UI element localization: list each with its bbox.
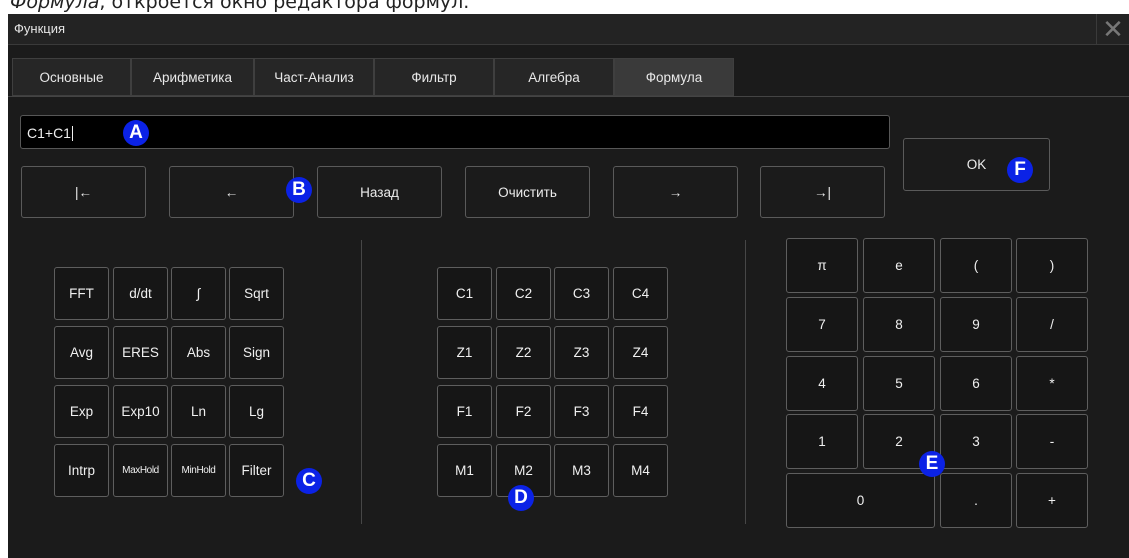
key-open-paren[interactable]: ( [940, 238, 1012, 293]
cursor-left-button[interactable]: ← [169, 166, 294, 218]
key-plus[interactable]: + [1016, 473, 1088, 528]
key-sqrt[interactable]: Sqrt [229, 267, 284, 320]
key-lg[interactable]: Lg [229, 385, 284, 438]
key-5[interactable]: 5 [863, 356, 935, 411]
key-z4[interactable]: Z4 [613, 326, 668, 379]
cursor-right-button[interactable]: → [613, 166, 738, 218]
tab-divider [8, 96, 1129, 97]
divider-left [361, 240, 362, 524]
tab-formula[interactable]: Формула [614, 58, 734, 96]
cursor-home-button[interactable]: |← [21, 166, 146, 218]
key-close-paren[interactable]: ) [1016, 238, 1088, 293]
key-divide[interactable]: / [1016, 297, 1088, 352]
dialog-title: Функция [14, 21, 65, 36]
key-1[interactable]: 1 [786, 414, 858, 469]
key-m1[interactable]: M1 [437, 444, 492, 497]
key-decimal[interactable]: . [940, 473, 1012, 528]
key-e[interactable]: e [863, 238, 935, 293]
cursor-end-button[interactable]: →| [760, 166, 885, 218]
key-f1[interactable]: F1 [437, 385, 492, 438]
key-avg[interactable]: Avg [54, 326, 109, 379]
marker-c: C [296, 468, 322, 494]
key-7[interactable]: 7 [786, 297, 858, 352]
marker-b: B [286, 177, 312, 203]
key-f4[interactable]: F4 [613, 385, 668, 438]
text-cursor [71, 126, 73, 141]
key-exp10[interactable]: Exp10 [113, 385, 168, 438]
key-c3[interactable]: C3 [554, 267, 609, 320]
key-c2[interactable]: C2 [496, 267, 551, 320]
key-exp[interactable]: Exp [54, 385, 109, 438]
key-m3[interactable]: M3 [554, 444, 609, 497]
formula-input[interactable]: C1+C1 [20, 115, 890, 149]
key-eres[interactable]: ERES [113, 326, 168, 379]
key-z1[interactable]: Z1 [437, 326, 492, 379]
key-intrp[interactable]: Intrp [54, 444, 109, 497]
marker-e: E [919, 451, 945, 477]
key-9[interactable]: 9 [940, 297, 1012, 352]
key-f2[interactable]: F2 [496, 385, 551, 438]
key-integral[interactable]: ∫ [171, 267, 226, 320]
key-minus[interactable]: - [1016, 414, 1088, 469]
key-4[interactable]: 4 [786, 356, 858, 411]
formula-value: C1+C1 [27, 125, 71, 141]
caption-rest: , откроется окно редактора формул. [99, 0, 470, 13]
key-c1[interactable]: C1 [437, 267, 492, 320]
marker-f: F [1007, 157, 1033, 183]
tab-arithmetic[interactable]: Арифметика [131, 58, 254, 96]
key-f3[interactable]: F3 [554, 385, 609, 438]
key-m4[interactable]: M4 [613, 444, 668, 497]
key-z2[interactable]: Z2 [496, 326, 551, 379]
tab-basic[interactable]: Основные [12, 58, 131, 96]
marker-a: A [123, 120, 149, 146]
divider-right [745, 240, 746, 524]
key-pi[interactable]: π [786, 238, 858, 293]
marker-d: D [508, 485, 534, 511]
tab-filter[interactable]: Фильтр [374, 58, 494, 96]
backspace-button[interactable]: Назад [317, 166, 442, 218]
clear-button[interactable]: Очистить [465, 166, 590, 218]
key-abs[interactable]: Abs [171, 326, 226, 379]
key-multiply[interactable]: * [1016, 356, 1088, 411]
key-derivative[interactable]: d/dt [113, 267, 168, 320]
key-maxhold[interactable]: MaxHold [113, 444, 168, 497]
key-0[interactable]: 0 [786, 473, 935, 528]
key-fft[interactable]: FFT [54, 267, 109, 320]
caption-italic: Формула [10, 0, 100, 13]
key-filter[interactable]: Filter [229, 444, 284, 497]
key-sign[interactable]: Sign [229, 326, 284, 379]
key-c4[interactable]: C4 [613, 267, 668, 320]
key-6[interactable]: 6 [940, 356, 1012, 411]
key-3[interactable]: 3 [940, 414, 1012, 469]
key-ln[interactable]: Ln [171, 385, 226, 438]
close-icon[interactable]: ✕ [1096, 14, 1129, 44]
key-minhold[interactable]: MinHold [171, 444, 226, 497]
key-z3[interactable]: Z3 [554, 326, 609, 379]
key-8[interactable]: 8 [863, 297, 935, 352]
function-dialog: Функция ✕ Основные Арифметика Част-Анали… [8, 14, 1129, 558]
title-bar: Функция ✕ [8, 14, 1129, 45]
tab-algebra[interactable]: Алгебра [494, 58, 614, 96]
tab-frequency-analysis[interactable]: Част-Анализ [254, 58, 374, 96]
caption-text: Формула, откроется окно редактора формул… [10, 0, 469, 13]
